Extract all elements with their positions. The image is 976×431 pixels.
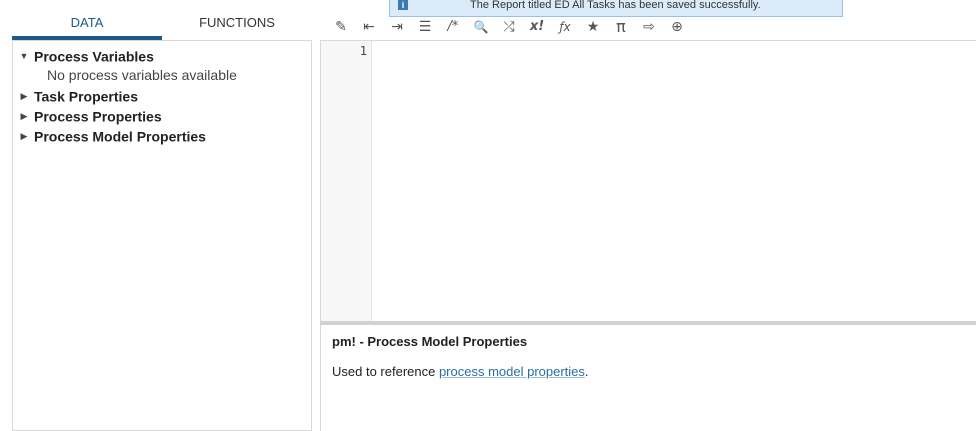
info-icon: i: [398, 0, 408, 10]
shuffle-icon[interactable]: ⤮: [498, 16, 520, 38]
magic-wand-icon[interactable]: ✎: [330, 16, 352, 38]
tree-item-task-properties[interactable]: ▶ Task Properties: [17, 87, 138, 107]
star-icon[interactable]: ★: [582, 16, 604, 38]
tree-item-label: Task Properties: [34, 88, 139, 105]
list-icon[interactable]: ☰: [414, 16, 436, 38]
help-text-prefix: Used to reference: [332, 364, 439, 379]
tab-data[interactable]: DATA: [12, 0, 162, 40]
tree-item-label: Process Properties: [34, 108, 162, 125]
comment-icon[interactable]: /*: [442, 16, 464, 38]
pi-icon[interactable]: π: [610, 16, 632, 38]
indent-icon[interactable]: ⇥: [386, 16, 408, 38]
data-tree-panel: ▼ Process Variables No process variables …: [12, 40, 312, 431]
caret-right-icon: ▶: [20, 110, 28, 121]
outdent-icon[interactable]: ⇤: [358, 16, 380, 38]
caret-down-icon: ▼: [19, 51, 29, 62]
line-number-gutter: 1: [321, 41, 372, 322]
tab-functions[interactable]: FUNCTIONS: [162, 0, 312, 40]
process-model-properties-link[interactable]: process model properties: [439, 364, 585, 379]
empty-variables-message: No process variables available: [47, 67, 237, 83]
tree-item-process-variables[interactable]: ▼ Process Variables: [17, 47, 154, 67]
left-tabs: DATA FUNCTIONS: [12, 0, 312, 40]
expression-icon[interactable]: x!: [526, 16, 548, 38]
save-notification: i The Report titled ED All Tasks has bee…: [389, 0, 843, 17]
globe-icon[interactable]: ⊕: [666, 16, 688, 38]
help-text-suffix: .: [584, 364, 589, 379]
tree-item-label: Process Variables: [34, 48, 154, 65]
export-icon[interactable]: ⇨: [638, 16, 660, 38]
tree-item-label: Process Model Properties: [34, 128, 206, 145]
caret-right-icon: ▶: [20, 90, 28, 101]
tree-item-process-properties[interactable]: ▶ Process Properties: [17, 107, 162, 127]
caret-right-icon: ▶: [20, 130, 28, 141]
line-number: 1: [359, 44, 367, 58]
help-panel: pm! - Process Model Properties Used to r…: [320, 325, 976, 431]
help-title: pm! - Process Model Properties: [332, 334, 528, 349]
notification-message: The Report titled ED All Tasks has been …: [470, 0, 761, 11]
expression-editor[interactable]: 1: [320, 40, 976, 322]
search-icon[interactable]: 🔍: [470, 16, 492, 38]
help-description: Used to reference process model properti…: [332, 364, 589, 379]
function-icon[interactable]: ƒx: [554, 16, 576, 38]
editor-toolbar: ✎ ⇤ ⇥ ☰ /* 🔍 ⤮ x! ƒx ★ π ⇨ ⊕: [320, 14, 976, 40]
tree-item-process-model-properties[interactable]: ▶ Process Model Properties: [17, 127, 206, 147]
